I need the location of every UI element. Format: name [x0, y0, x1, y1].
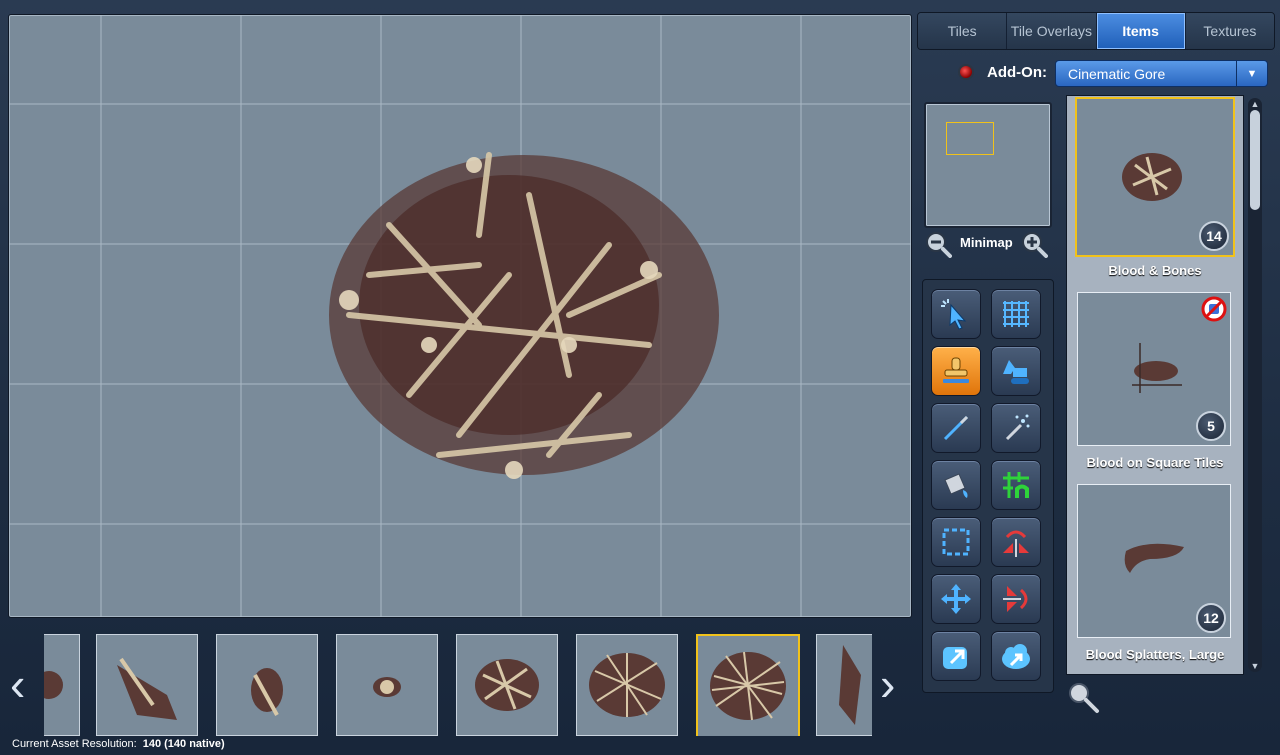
grid-tool-icon — [1003, 301, 1029, 327]
flip-vertical-tool-icon — [1003, 586, 1028, 612]
scroll-down-icon[interactable]: ▼ — [1248, 661, 1262, 671]
grid-doorway-tool-button[interactable] — [991, 460, 1041, 510]
export-tool-icon — [943, 647, 967, 669]
scrollbar-thumb[interactable] — [1250, 110, 1260, 210]
minimap[interactable] — [924, 102, 1052, 228]
search-icon[interactable] — [1066, 680, 1100, 714]
stamp-tool-button[interactable] — [931, 346, 981, 396]
status-label: Current Asset Resolution: — [12, 738, 137, 750]
status-value: 140 (140 native) — [142, 738, 225, 750]
paint-bucket-tool-button[interactable] — [931, 460, 981, 510]
tab-textures[interactable]: Textures — [1185, 13, 1274, 49]
minimap-label: Minimap — [960, 235, 1013, 250]
flip-vertical-tool-button[interactable] — [991, 574, 1041, 624]
variant-thumbnail[interactable] — [216, 634, 318, 736]
map-canvas[interactable] — [8, 14, 912, 618]
zoom-in-icon[interactable] — [1020, 230, 1048, 258]
variant-thumbnail[interactable] — [44, 634, 80, 736]
no-random-icon — [1201, 296, 1227, 322]
select-tool-button[interactable] — [931, 289, 981, 339]
export-tool-button[interactable] — [931, 631, 981, 681]
addon-dropdown[interactable]: Cinematic Gore ▼ — [1055, 60, 1268, 87]
variant-thumbnail-selected[interactable] — [696, 634, 800, 736]
asset-card-blood-and-bones[interactable]: 14 — [1075, 97, 1235, 257]
chevron-down-icon: ▼ — [1236, 61, 1267, 86]
asset-card-blood-splatters-large[interactable]: 12 — [1077, 484, 1231, 638]
grid-doorway-tool-icon — [1003, 472, 1029, 498]
selection-rectangle-tool-button[interactable] — [931, 517, 981, 567]
addon-selected-value: Cinematic Gore — [1068, 65, 1166, 82]
pen-tool-button[interactable] — [931, 403, 981, 453]
asset-count-badge: 14 — [1199, 221, 1229, 251]
minimap-viewport[interactable] — [946, 122, 994, 155]
select-tool-icon — [941, 299, 967, 330]
asset-count-badge: 5 — [1196, 411, 1226, 441]
asset-list-scrollbar[interactable]: ▲ ▼ — [1248, 98, 1262, 672]
paint-bucket-tool-icon — [944, 473, 968, 498]
scroll-up-icon[interactable]: ▲ — [1248, 99, 1262, 109]
status-bar: Current Asset Resolution: 140 (140 native… — [12, 738, 225, 750]
tab-tiles[interactable]: Tiles — [918, 13, 1008, 49]
flip-horizontal-tool-icon — [1003, 530, 1029, 557]
variant-thumbnail[interactable] — [336, 634, 438, 736]
pen-tool-icon — [943, 415, 969, 441]
asset-card-blood-on-square-tiles[interactable]: 5 — [1077, 292, 1231, 446]
tool-palette — [922, 279, 1054, 693]
variant-thumbnail[interactable] — [456, 634, 558, 736]
variant-thumbnail[interactable] — [816, 634, 872, 736]
tab-items[interactable]: Items — [1096, 13, 1186, 49]
excavator-tool-icon — [1003, 360, 1029, 384]
cloud-export-tool-icon — [1002, 644, 1030, 669]
zoom-out-icon[interactable] — [924, 230, 952, 258]
asset-label: Blood on Square Tiles — [1086, 455, 1224, 470]
grid-tool-button[interactable] — [991, 289, 1041, 339]
flip-horizontal-tool-button[interactable] — [991, 517, 1041, 567]
magic-wand-tool-icon — [1005, 414, 1030, 441]
move-tool-icon — [941, 584, 971, 614]
variant-thumbnail[interactable] — [96, 634, 198, 736]
tab-tile-overlays[interactable]: Tile Overlays — [1007, 13, 1097, 49]
asset-label: Blood & Bones — [1108, 263, 1202, 278]
move-tool-button[interactable] — [931, 574, 981, 624]
category-tabs: Tiles Tile Overlays Items Textures — [917, 12, 1275, 50]
asset-list: 14 Blood & Bones 5 Blood on Square Tiles… — [1066, 95, 1244, 675]
magic-wand-tool-button[interactable] — [991, 403, 1041, 453]
asset-label: Blood Splatters, Large — [1085, 647, 1225, 662]
addon-status-indicator — [960, 66, 972, 78]
variant-strip — [44, 632, 872, 736]
strip-next-button[interactable]: › — [880, 660, 895, 708]
strip-previous-button[interactable]: ‹ — [10, 660, 25, 708]
cloud-export-tool-button[interactable] — [991, 631, 1041, 681]
addon-label: Add-On: — [987, 64, 1047, 81]
variant-thumbnail[interactable] — [576, 634, 678, 736]
stamp-tool-icon — [943, 357, 969, 383]
excavator-tool-button[interactable] — [991, 346, 1041, 396]
selection-rectangle-tool-icon — [942, 528, 970, 556]
asset-count-badge: 12 — [1196, 603, 1226, 633]
